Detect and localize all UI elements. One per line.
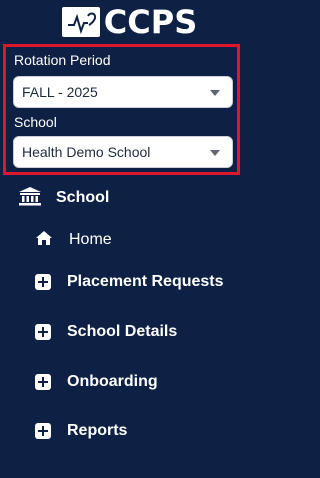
rotation-period-label: Rotation Period xyxy=(14,52,111,68)
plus-square-icon xyxy=(35,324,51,340)
plus-square-icon xyxy=(35,274,51,290)
sidebar-item-school-details[interactable]: School Details xyxy=(35,320,177,344)
sidebar-item-onboarding[interactable]: Onboarding xyxy=(35,370,158,394)
school-value: Health Demo School xyxy=(22,144,151,160)
home-icon xyxy=(35,230,53,251)
chevron-down-icon xyxy=(210,150,220,156)
school-select[interactable]: Health Demo School xyxy=(13,136,233,168)
sidebar-section-school[interactable]: School xyxy=(18,186,109,210)
sidebar-section-label: School xyxy=(56,189,110,206)
brand-logo[interactable]: CCPS xyxy=(0,0,249,44)
filter-panel: Rotation Period FALL - 2025 School Healt… xyxy=(3,44,240,175)
sidebar-item-label: Placement Requests xyxy=(67,273,224,290)
sidebar-item-label: Home xyxy=(69,231,112,248)
logo-mark-icon xyxy=(61,7,100,37)
plus-square-icon xyxy=(35,374,51,390)
bank-building-icon xyxy=(18,186,42,211)
sidebar-item-placement-requests[interactable]: Placement Requests xyxy=(35,270,224,294)
plus-square-icon xyxy=(35,423,51,439)
sidebar-item-reports[interactable]: Reports xyxy=(35,419,127,443)
chevron-down-icon xyxy=(210,90,220,96)
school-label: School xyxy=(14,114,57,130)
sidebar-item-home[interactable]: Home xyxy=(35,228,112,252)
rotation-period-select[interactable]: FALL - 2025 xyxy=(13,76,233,108)
sidebar-item-label: Onboarding xyxy=(67,373,158,390)
sidebar-item-label: School Details xyxy=(67,323,178,340)
sidebar-item-label: Reports xyxy=(67,422,128,439)
rotation-period-value: FALL - 2025 xyxy=(22,84,98,100)
brand-name: CCPS xyxy=(103,3,198,41)
